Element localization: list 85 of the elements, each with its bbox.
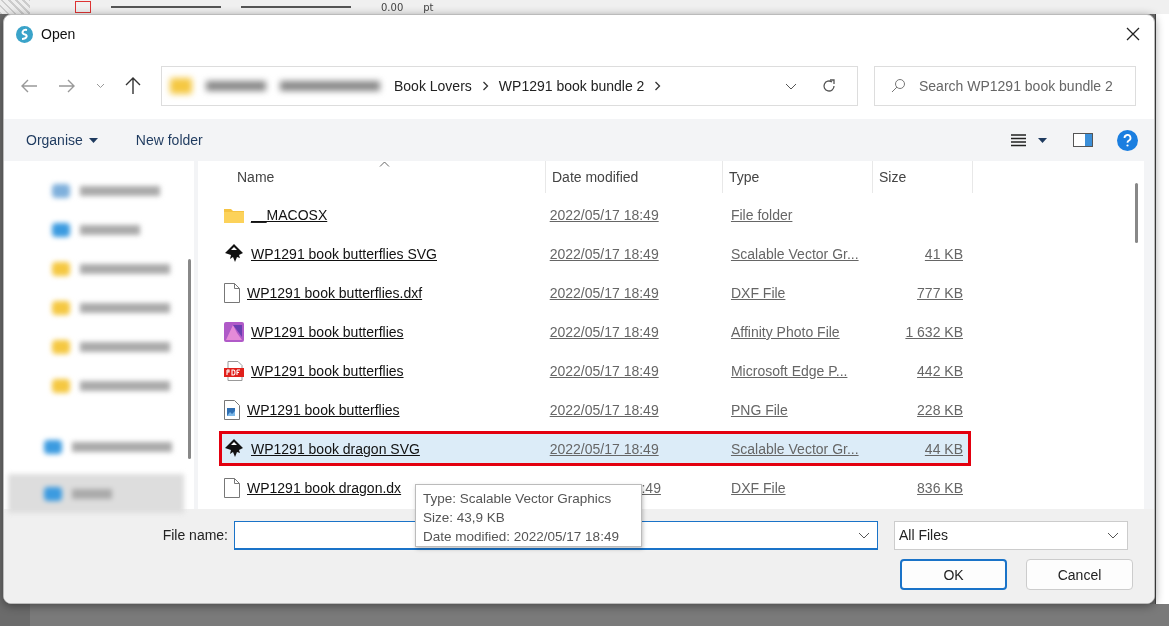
pdf-file-icon bbox=[224, 360, 244, 381]
date-modified: :49 bbox=[640, 479, 662, 496]
file-icon bbox=[224, 282, 240, 303]
file-name[interactable]: __MACOSX bbox=[251, 206, 328, 223]
file-size: 836 KB bbox=[917, 479, 963, 496]
up-arrow-icon[interactable] bbox=[125, 77, 141, 95]
forward-arrow-icon[interactable] bbox=[58, 79, 76, 93]
blurred-nav-item[interactable] bbox=[8, 474, 184, 513]
file-type: Scalable Vector Gr... bbox=[729, 245, 860, 262]
file-type: Microsoft Edge P... bbox=[729, 362, 849, 379]
caret-icon[interactable] bbox=[1038, 137, 1047, 143]
column-header[interactable]: Size bbox=[873, 161, 973, 193]
pattern-swatch-icon bbox=[0, 0, 30, 14]
file-name[interactable]: WP1291 book butterflies SVG bbox=[251, 245, 437, 262]
inkscape-icon bbox=[224, 243, 244, 264]
column-header[interactable]: Name bbox=[198, 161, 546, 193]
tooltip-line: Date modified: 2022/05/17 18:49 bbox=[423, 528, 620, 546]
ok-button[interactable]: OK bbox=[900, 559, 1007, 590]
file-type: Scalable Vector Gr... bbox=[729, 440, 860, 457]
folder-icon bbox=[224, 206, 244, 223]
view-list-icon[interactable] bbox=[1011, 133, 1026, 147]
column-header[interactable]: Date modified bbox=[546, 161, 723, 193]
close-icon[interactable] bbox=[1126, 27, 1140, 41]
file-size: 44 KB bbox=[924, 440, 963, 457]
file-name[interactable]: WP1291 book dragon SVG bbox=[251, 440, 420, 457]
cancel-button[interactable]: Cancel bbox=[1026, 559, 1133, 590]
stroke-width-value: 0.00 bbox=[381, 1, 404, 13]
blurred-path-icon bbox=[170, 78, 380, 94]
file-type: File folder bbox=[729, 206, 794, 223]
breadcrumb[interactable]: WP1291 book bundle 2 bbox=[498, 78, 645, 94]
stroke-swatch-icon bbox=[75, 1, 91, 13]
file-size: 1 632 KB bbox=[905, 323, 963, 340]
sort-caret-icon bbox=[379, 161, 390, 167]
window-title: Open bbox=[41, 26, 76, 42]
date-modified: 2022/05/17 18:49 bbox=[548, 362, 660, 379]
file-name[interactable]: WP1291 book butterflies.dxf bbox=[247, 284, 423, 301]
date-modified: 2022/05/17 18:49 bbox=[548, 245, 660, 262]
new-folder-button[interactable]: New folder bbox=[125, 128, 213, 152]
file-type: Affinity Photo File bbox=[729, 323, 841, 340]
tooltip-line: Size: 43,9 KB bbox=[423, 509, 506, 527]
dropdown-caret-icon bbox=[1107, 531, 1119, 539]
file-name[interactable]: WP1291 book butterflies bbox=[251, 323, 404, 340]
file-size: 777 KB bbox=[917, 284, 963, 301]
file-type: DXF File bbox=[729, 284, 787, 301]
breadcrumb[interactable]: Book Lovers bbox=[394, 78, 472, 94]
date-modified: 2022/05/17 18:49 bbox=[548, 440, 660, 457]
file-name[interactable]: WP1291 book butterflies bbox=[251, 362, 404, 379]
chevron-icon bbox=[481, 81, 489, 91]
dropdown-caret-icon[interactable] bbox=[785, 82, 797, 90]
search-field[interactable]: Search WP1291 book bundle 2 bbox=[874, 66, 1136, 106]
date-modified: 2022/05/17 18:49 bbox=[548, 206, 660, 223]
dropdown-caret-icon[interactable] bbox=[858, 531, 870, 539]
line-style-icon bbox=[111, 6, 221, 8]
organise-menu[interactable]: Organise bbox=[16, 128, 108, 152]
file-name-label: File name: bbox=[161, 527, 229, 543]
app-logo-icon bbox=[16, 25, 33, 43]
file-type: DXF File bbox=[730, 479, 787, 496]
date-modified: 2022/05/17 18:49 bbox=[548, 284, 660, 301]
line-style-icon bbox=[241, 6, 351, 8]
file-size: 228 KB bbox=[917, 401, 963, 418]
file-type: PNG File bbox=[729, 401, 789, 418]
refresh-icon[interactable] bbox=[821, 78, 837, 94]
chevron-icon bbox=[654, 81, 662, 91]
file-type-dropdown[interactable]: All Files bbox=[894, 520, 1128, 550]
caret-icon bbox=[88, 137, 98, 143]
preview-pane-icon[interactable] bbox=[1073, 133, 1093, 147]
help-icon[interactable] bbox=[1117, 129, 1138, 151]
file-name[interactable]: WP1291 book butterflies bbox=[247, 401, 400, 418]
file-size: 442 KB bbox=[917, 362, 963, 379]
image-file-icon bbox=[224, 399, 240, 420]
file-size: 41 KB bbox=[924, 245, 963, 262]
date-modified: 2022/05/17 18:49 bbox=[548, 401, 660, 418]
back-arrow-icon[interactable] bbox=[20, 79, 38, 93]
highlighted-row[interactable]: WP1291 book dragon SVG 2022/05/17 18:49 Scalable Vector Gr... 44 KB bbox=[219, 431, 971, 466]
file-icon bbox=[224, 477, 240, 498]
column-header[interactable]: Type bbox=[723, 161, 873, 193]
inkscape-icon bbox=[224, 438, 244, 459]
date-modified: 2022/05/17 18:49 bbox=[548, 323, 660, 340]
file-name[interactable]: WP1291 book dragon.dx bbox=[247, 479, 402, 496]
affinity-app-icon bbox=[224, 321, 244, 342]
scrollbar[interactable] bbox=[188, 259, 191, 459]
unit-label: pt bbox=[423, 1, 434, 13]
address-bar[interactable]: Book Lovers WP1291 book bundle 2 bbox=[161, 66, 858, 106]
scrollbar[interactable] bbox=[1135, 183, 1138, 243]
tooltip-line: Type: Scalable Vector Graphics bbox=[423, 490, 613, 508]
